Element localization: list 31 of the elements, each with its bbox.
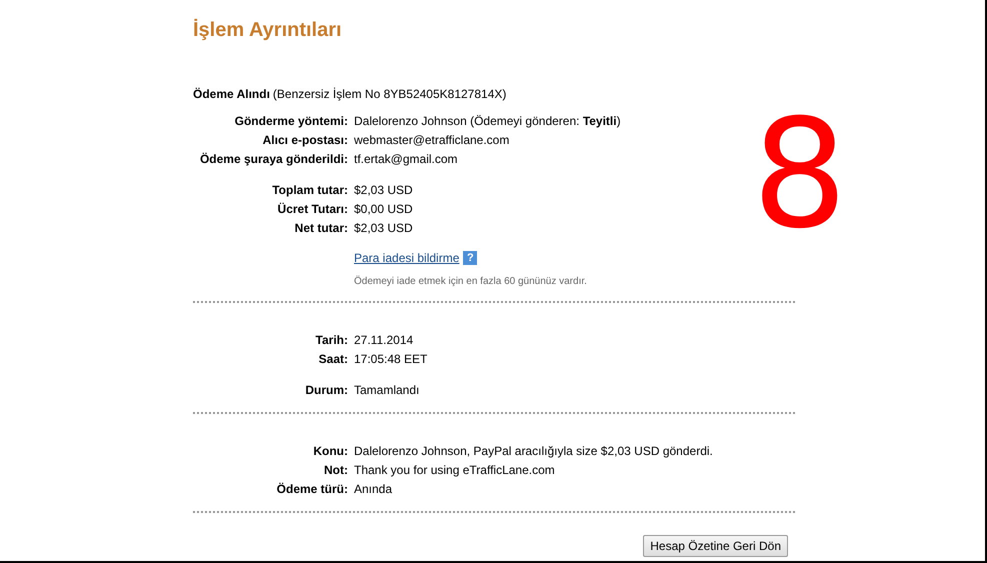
page-title: İşlem Ayrıntıları (193, 18, 343, 42)
refund-note: Ödemeyi iade etmek için en fazla 60 gününüz vardır. (354, 275, 588, 289)
field-value: Dalelorenzo Johnson, PayPal aracılığıyla size $2,03 USD gönderdi. (353, 443, 713, 460)
field-value: webmaster@etrafficlane.com (353, 132, 510, 149)
field-label: Tarih: (314, 332, 348, 349)
field-label: Toplam tutar: (271, 182, 348, 199)
field-value: $2,03 USD (353, 220, 413, 237)
field-value: Tamamlandı (353, 382, 420, 399)
transaction-id: (Benzersiz İşlem No 8YB52405K8127814X) (272, 87, 506, 101)
field-label: Saat: (318, 351, 348, 368)
field-value: $0,00 USD (353, 201, 413, 218)
field-value: tf.ertak@gmail.com (353, 151, 458, 168)
field-value: 27.11.2014 (353, 332, 414, 349)
field-label: Durum: (304, 382, 348, 399)
field-value: 17:05:48 EET (353, 351, 428, 368)
field-value: Dalelorenzo Johnson (Ödemeyi gönderen: Teyitli) (353, 113, 621, 130)
refund-link[interactable]: Para iadesi bildirme (354, 250, 460, 266)
field-label: Not: (323, 462, 348, 479)
handwritten-mark: 8 (752, 100, 848, 250)
field-value: $2,03 USD (353, 182, 413, 199)
receipt-heading: Ödeme Alındı (193, 87, 270, 101)
field-label: Gönderme yöntemi: (234, 113, 348, 130)
field-label: Alıcı e-postası: (262, 132, 348, 149)
field-label: Ücret Tutarı: (276, 201, 348, 218)
field-value: Thank you for using eTrafficLane.com (353, 462, 555, 479)
field-label: Ödeme şuraya gönderildi: (198, 151, 348, 168)
field-label: Net tutar: (294, 220, 348, 237)
field-value: Anında (353, 481, 392, 498)
field-label: Konu: (312, 443, 348, 460)
back-to-summary-button[interactable]: Hesap Özetine Geri Dön (643, 535, 788, 557)
field-label: Ödeme türü: (276, 481, 348, 498)
